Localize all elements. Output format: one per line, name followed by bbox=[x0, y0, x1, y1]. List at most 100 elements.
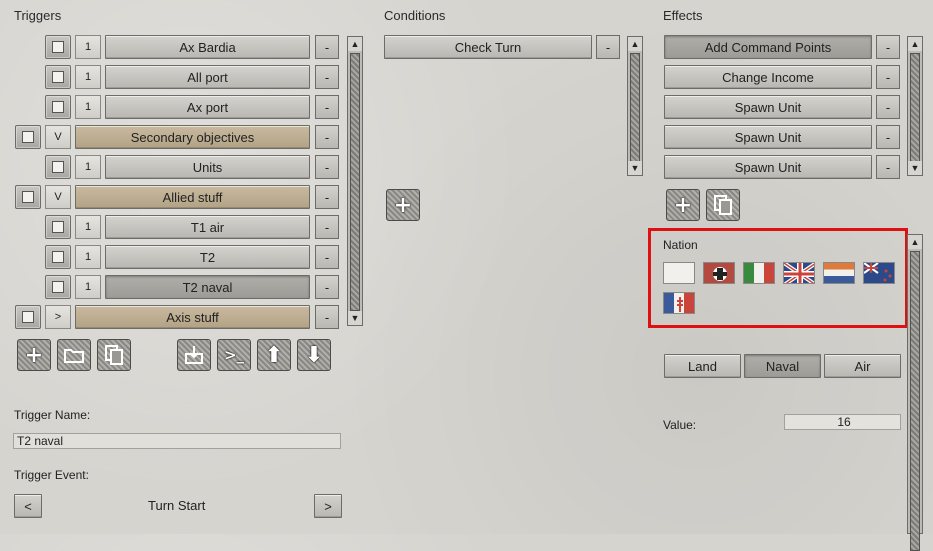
checkbox-icon bbox=[52, 251, 64, 263]
remove-trigger-button[interactable]: - bbox=[315, 125, 339, 149]
remove-condition-button[interactable]: - bbox=[596, 35, 620, 59]
trigger-toggle[interactable]: 1 bbox=[75, 215, 101, 239]
trigger-enable-checkbox[interactable] bbox=[45, 65, 71, 89]
checkbox-icon bbox=[52, 281, 64, 293]
add-condition-button[interactable]: + bbox=[386, 189, 420, 221]
remove-trigger-button[interactable]: - bbox=[315, 215, 339, 239]
conditions-title: Conditions bbox=[384, 8, 446, 23]
trigger-group-button[interactable]: Axis stuff bbox=[75, 305, 310, 329]
scroll-thumb[interactable] bbox=[350, 53, 360, 311]
trigger-button[interactable]: T1 air bbox=[105, 215, 310, 239]
unit-tab-air[interactable]: Air bbox=[824, 354, 901, 378]
console-button[interactable]: >_ bbox=[217, 339, 251, 371]
value-label: Value: bbox=[663, 418, 697, 432]
trigger-toggle[interactable]: V bbox=[45, 185, 71, 209]
unit-tab-land[interactable]: Land bbox=[664, 354, 741, 378]
trigger-enable-checkbox[interactable] bbox=[45, 245, 71, 269]
checkbox-icon bbox=[22, 311, 34, 323]
folder-icon bbox=[64, 349, 84, 363]
trigger-button[interactable]: Units bbox=[105, 155, 310, 179]
scroll-up-icon[interactable]: ▲ bbox=[908, 235, 922, 249]
add-folder-button[interactable] bbox=[57, 339, 91, 371]
trigger-toggle[interactable]: 1 bbox=[75, 95, 101, 119]
remove-trigger-button[interactable]: - bbox=[315, 275, 339, 299]
event-next-button[interactable]: > bbox=[314, 494, 342, 518]
copy-effect-button[interactable] bbox=[706, 189, 740, 221]
trigger-name-input[interactable]: T2 naval bbox=[13, 433, 341, 449]
add-effect-button[interactable]: + bbox=[666, 189, 700, 221]
checkbox-icon bbox=[52, 161, 64, 173]
trigger-event-value: Turn Start bbox=[148, 498, 206, 513]
trigger-toggle[interactable]: 1 bbox=[75, 275, 101, 299]
trigger-button[interactable]: T2 bbox=[105, 245, 310, 269]
trigger-enable-checkbox[interactable] bbox=[45, 215, 71, 239]
trigger-button[interactable]: All port bbox=[105, 65, 310, 89]
trigger-enable-checkbox[interactable] bbox=[45, 155, 71, 179]
effect-button[interactable]: Spawn Unit bbox=[664, 155, 872, 179]
trigger-toggle[interactable]: 1 bbox=[75, 245, 101, 269]
unit-tab-naval[interactable]: Naval bbox=[744, 354, 821, 378]
effects-title: Effects bbox=[663, 8, 703, 23]
remove-trigger-button[interactable]: - bbox=[315, 35, 339, 59]
remove-effect-button[interactable]: - bbox=[876, 125, 900, 149]
import-button[interactable] bbox=[177, 339, 211, 371]
trigger-toggle[interactable]: 1 bbox=[75, 65, 101, 89]
remove-effect-button[interactable]: - bbox=[876, 95, 900, 119]
checkbox-icon bbox=[52, 71, 64, 83]
trigger-group-button[interactable]: Secondary objectives bbox=[75, 125, 310, 149]
trigger-toggle[interactable]: V bbox=[45, 125, 71, 149]
scroll-thumb[interactable] bbox=[910, 53, 920, 163]
effects-scrollbar[interactable]: ▲ ▼ bbox=[907, 36, 923, 176]
trigger-enable-checkbox[interactable] bbox=[45, 35, 71, 59]
remove-effect-button[interactable]: - bbox=[876, 65, 900, 89]
conditions-scrollbar[interactable]: ▲ ▼ bbox=[627, 36, 643, 176]
nation-highlight-box bbox=[648, 228, 908, 328]
scroll-thumb[interactable] bbox=[910, 251, 920, 551]
effect-button[interactable]: Spawn Unit bbox=[664, 125, 872, 149]
trigger-toggle[interactable]: 1 bbox=[75, 35, 101, 59]
value-input[interactable]: 16 bbox=[784, 414, 901, 430]
condition-button[interactable]: Check Turn bbox=[384, 35, 592, 59]
triggers-scrollbar[interactable]: ▲ ▼ bbox=[347, 36, 363, 326]
trigger-enable-checkbox[interactable] bbox=[15, 305, 41, 329]
add-trigger-button[interactable]: + bbox=[17, 339, 51, 371]
copy-icon bbox=[714, 195, 732, 215]
remove-trigger-button[interactable]: - bbox=[315, 95, 339, 119]
event-prev-button[interactable]: < bbox=[14, 494, 42, 518]
trigger-enable-checkbox[interactable] bbox=[15, 185, 41, 209]
copy-trigger-button[interactable] bbox=[97, 339, 131, 371]
scroll-thumb[interactable] bbox=[630, 53, 640, 163]
trigger-button[interactable]: T2 naval bbox=[105, 275, 310, 299]
remove-effect-button[interactable]: - bbox=[876, 155, 900, 179]
scroll-down-icon[interactable]: ▼ bbox=[908, 161, 922, 175]
checkbox-icon bbox=[22, 131, 34, 143]
trigger-group-button[interactable]: Allied stuff bbox=[75, 185, 310, 209]
move-down-button[interactable]: ⬇ bbox=[297, 339, 331, 371]
scroll-down-icon[interactable]: ▼ bbox=[628, 161, 642, 175]
effect-button[interactable]: Change Income bbox=[664, 65, 872, 89]
trigger-button[interactable]: Ax port bbox=[105, 95, 310, 119]
move-up-button[interactable]: ⬆ bbox=[257, 339, 291, 371]
scroll-down-icon[interactable]: ▼ bbox=[348, 311, 362, 325]
trigger-toggle[interactable]: 1 bbox=[75, 155, 101, 179]
remove-trigger-button[interactable]: - bbox=[315, 245, 339, 269]
trigger-enable-checkbox[interactable] bbox=[45, 95, 71, 119]
scroll-up-icon[interactable]: ▲ bbox=[628, 37, 642, 51]
remove-trigger-button[interactable]: - bbox=[315, 155, 339, 179]
trigger-event-label: Trigger Event: bbox=[14, 468, 89, 482]
trigger-enable-checkbox[interactable] bbox=[45, 275, 71, 299]
remove-trigger-button[interactable]: - bbox=[315, 305, 339, 329]
triggers-title: Triggers bbox=[14, 8, 62, 23]
checkbox-icon bbox=[22, 191, 34, 203]
remove-effect-button[interactable]: - bbox=[876, 35, 900, 59]
scroll-up-icon[interactable]: ▲ bbox=[908, 37, 922, 51]
effect-detail-scrollbar[interactable]: ▲ bbox=[907, 234, 923, 551]
remove-trigger-button[interactable]: - bbox=[315, 185, 339, 209]
effect-button[interactable]: Spawn Unit bbox=[664, 95, 872, 119]
remove-trigger-button[interactable]: - bbox=[315, 65, 339, 89]
trigger-toggle[interactable]: > bbox=[45, 305, 71, 329]
effect-button[interactable]: Add Command Points bbox=[664, 35, 872, 59]
trigger-button[interactable]: Ax Bardia bbox=[105, 35, 310, 59]
trigger-enable-checkbox[interactable] bbox=[15, 125, 41, 149]
scroll-up-icon[interactable]: ▲ bbox=[348, 37, 362, 51]
